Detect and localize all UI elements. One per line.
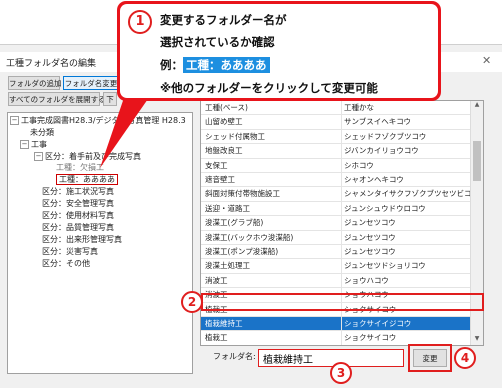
step-marker-2: 2 (181, 291, 203, 313)
callout-line-2: 選択されているか確認 (160, 34, 275, 50)
step-marker-3: 3 (330, 362, 352, 384)
step-marker-1: 1 (128, 10, 152, 34)
callout-example: 例：工種：ああああ (160, 57, 270, 73)
callout-line-1: 変更するフォルダー名が (160, 12, 287, 28)
callout-example-prefix: 例： (160, 58, 183, 72)
callout-line-4: ※他のフォルダーをクリックして変更可能 (160, 80, 378, 96)
callout-example-value: 工種：ああああ (183, 57, 270, 73)
step-marker-4: 4 (454, 347, 476, 369)
